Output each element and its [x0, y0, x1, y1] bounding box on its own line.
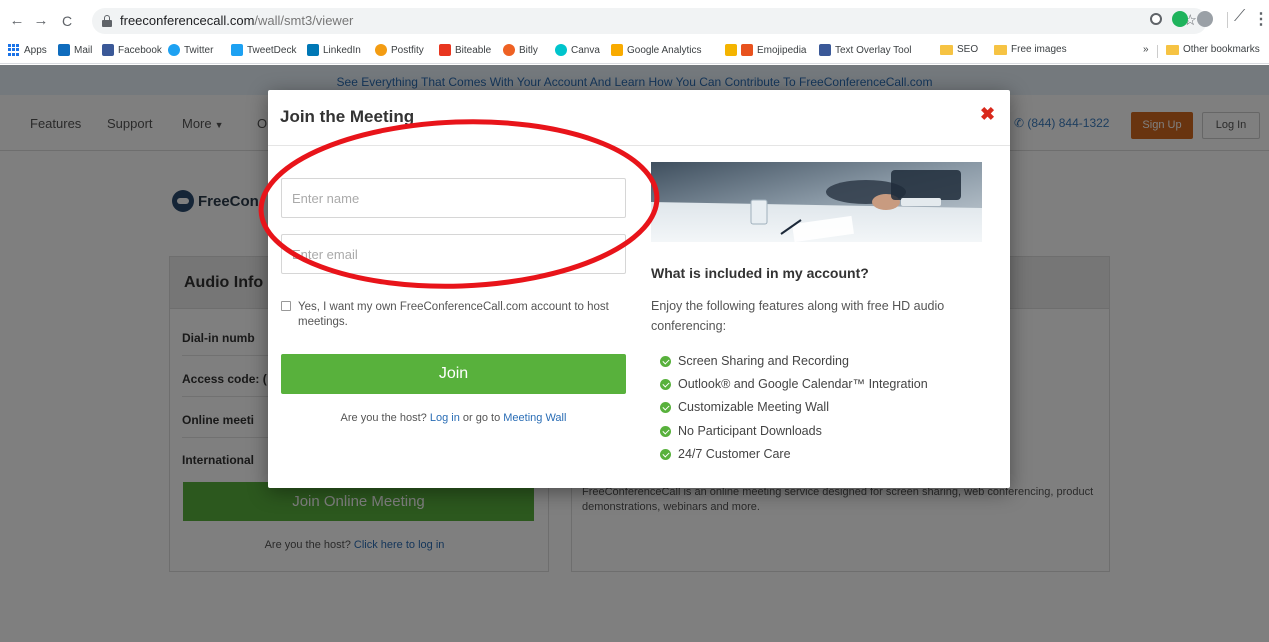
bookmarks-bar: Apps Mail Facebook Twitter TweetDeck Lin… [0, 40, 1269, 64]
folder-icon [1166, 44, 1179, 55]
bookmark-tweetdeck[interactable]: TweetDeck [231, 44, 296, 56]
reload-button[interactable]: C [58, 12, 76, 30]
extension-profile-icon[interactable] [1197, 11, 1213, 27]
join-meeting-dialog: Join the Meeting ✖ Yes, I want my own Fr… [268, 90, 1010, 488]
bookmark-mail[interactable]: Mail [58, 44, 92, 56]
feature-item: Customizable Meeting Wall [660, 400, 829, 414]
name-input[interactable] [281, 178, 626, 218]
included-title: What is included in my account? [651, 265, 869, 281]
bookmarks-divider [1157, 45, 1158, 58]
bookmark-apps[interactable]: Apps [8, 44, 47, 56]
bookmarks-overflow-button[interactable]: » [1143, 44, 1149, 55]
email-input[interactable] [281, 234, 626, 274]
business-meeting-image [651, 162, 982, 242]
biteable-icon [439, 44, 451, 56]
bookmark-free-images[interactable]: Free images [994, 44, 1067, 55]
bookmark-canva[interactable]: Canva [555, 44, 600, 56]
back-button[interactable]: ← [8, 12, 26, 30]
feature-item: No Participant Downloads [660, 424, 822, 438]
address-bar[interactable]: freeconferencecall.com/wall/smt3/viewer … [92, 8, 1207, 34]
extension-circle-icon[interactable] [1150, 13, 1162, 25]
bookmark-bitly[interactable]: Bitly [503, 44, 538, 56]
bookmark-text-overlay[interactable]: Text Overlay Tool [819, 44, 912, 56]
lock-icon [102, 15, 112, 27]
dialog-title: Join the Meeting [280, 107, 415, 126]
dialog-header: Join the Meeting ✖ [268, 90, 1010, 146]
postfity-icon [375, 44, 387, 56]
emojipedia-logo-icon [741, 44, 753, 56]
bookmark-seo[interactable]: SEO [940, 44, 978, 55]
browser-toolbar: ← → C freeconferencecall.com/wall/smt3/v… [0, 0, 1269, 40]
bitly-icon [503, 44, 515, 56]
feature-item: Screen Sharing and Recording [660, 354, 849, 368]
linkedin-icon [307, 44, 319, 56]
bookmark-twitter[interactable]: Twitter [168, 44, 213, 56]
bookmark-other[interactable]: Other bookmarks [1166, 44, 1260, 55]
browser-menu-icon[interactable]: ⋮ [1253, 9, 1269, 29]
twitter-icon [168, 44, 180, 56]
own-account-label[interactable]: Yes, I want my own FreeConferenceCall.co… [281, 300, 626, 330]
tweetdeck-icon [231, 44, 243, 56]
login-link[interactable]: Log in [430, 412, 460, 424]
included-description: Enjoy the following features along with … [651, 299, 945, 333]
folder-icon [940, 44, 953, 55]
own-account-checkbox[interactable] [281, 301, 291, 311]
bookmark-postfity[interactable]: Postfity [375, 44, 424, 56]
forward-button[interactable]: → [32, 12, 50, 30]
own-account-option: Yes, I want my own FreeConferenceCall.co… [281, 300, 626, 330]
emojipedia-icon [725, 44, 737, 56]
check-circle-icon [660, 425, 671, 437]
toolbar-divider [1227, 12, 1228, 28]
canva-icon [555, 44, 567, 56]
bookmark-emojipedia[interactable]: Emojipedia [725, 44, 806, 56]
close-icon[interactable]: ✖ [980, 104, 995, 124]
extension-grammarly-icon[interactable] [1172, 11, 1188, 27]
facebook-icon [102, 44, 114, 56]
analytics-icon [611, 44, 623, 56]
feature-item: Outlook® and Google Calendar™ Integratio… [660, 377, 928, 391]
check-circle-icon [660, 378, 671, 390]
facebook-icon [819, 44, 831, 56]
apps-grid-icon [8, 44, 20, 56]
feature-item: 24/7 Customer Care [660, 447, 791, 461]
url-text: freeconferencecall.com/wall/smt3/viewer [120, 13, 354, 28]
bookmark-biteable[interactable]: Biteable [439, 44, 491, 56]
host-options: Are you the host? Log in or go to Meetin… [340, 412, 567, 424]
check-circle-icon [660, 401, 671, 413]
extension-split-icon[interactable]: ⟋ [1234, 8, 1245, 26]
join-button[interactable]: Join [281, 354, 626, 394]
meeting-wall-link[interactable]: Meeting Wall [503, 412, 566, 424]
bookmark-linkedin[interactable]: LinkedIn [307, 44, 361, 56]
check-circle-icon [660, 448, 671, 460]
bookmark-facebook[interactable]: Facebook [102, 44, 162, 56]
check-circle-icon [660, 355, 671, 367]
outlook-icon [58, 44, 70, 56]
folder-icon [994, 44, 1007, 55]
bookmark-google-analytics[interactable]: Google Analytics [611, 44, 702, 56]
